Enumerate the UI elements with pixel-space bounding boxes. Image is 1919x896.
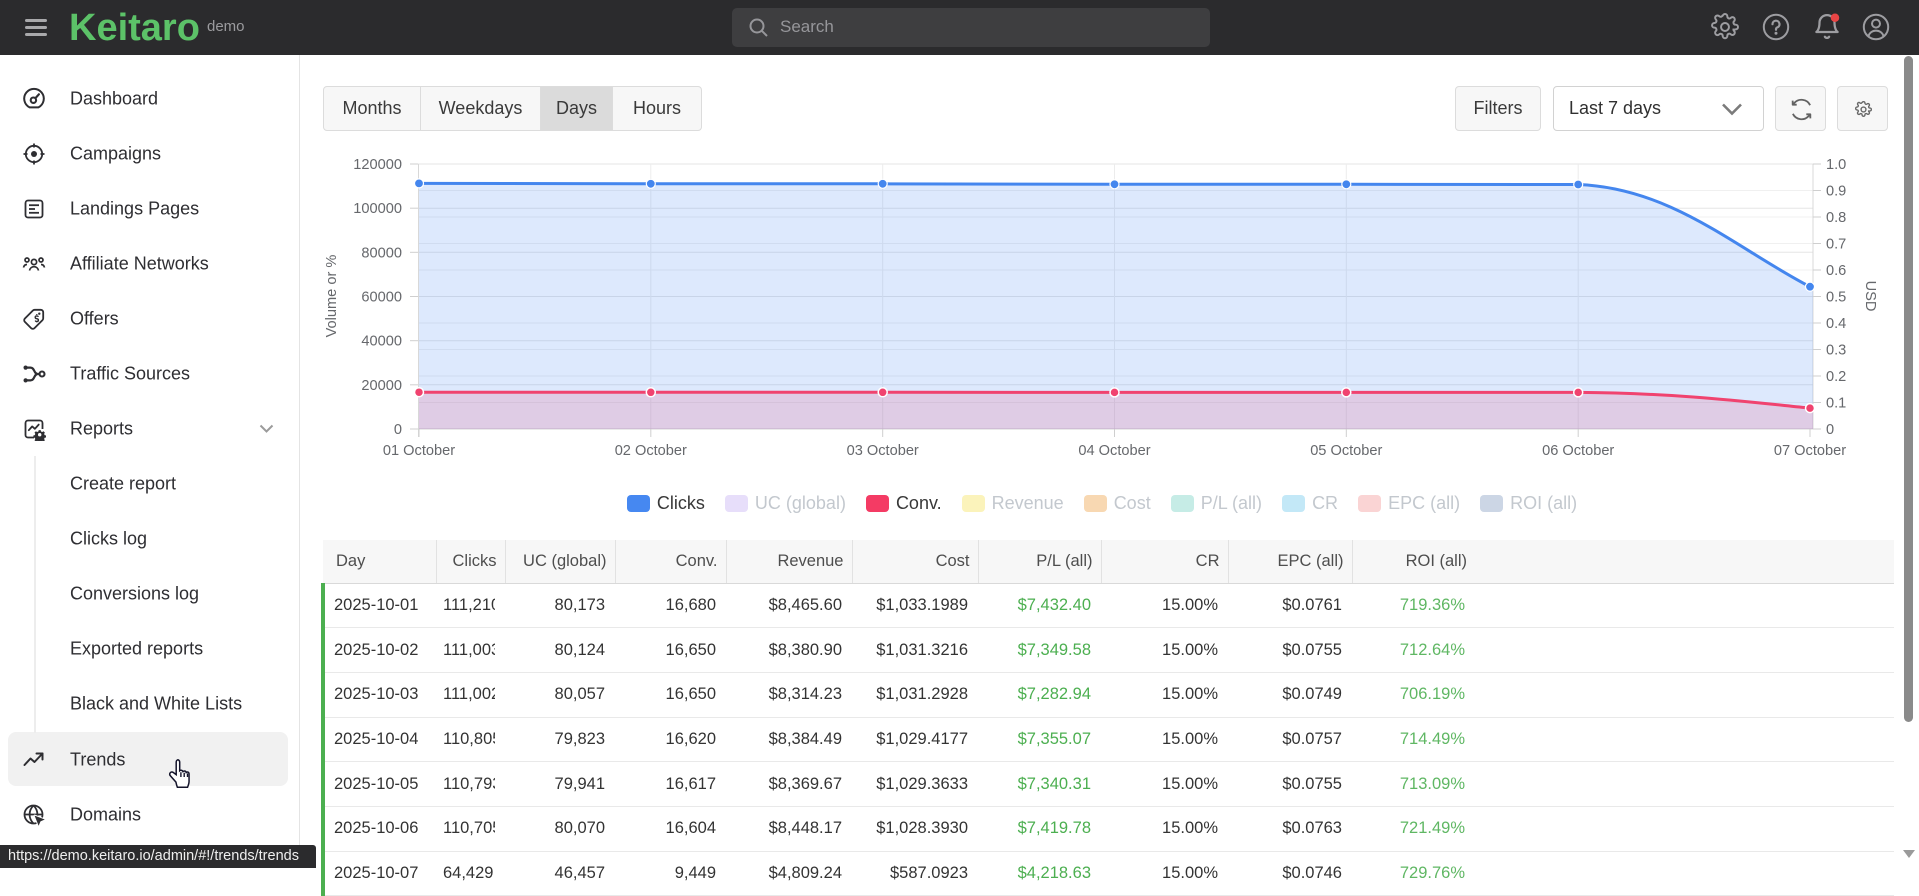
- svg-text:0.3: 0.3: [1826, 343, 1846, 359]
- svg-text:0.5: 0.5: [1826, 290, 1846, 306]
- svg-text:0.8: 0.8: [1826, 210, 1846, 226]
- svg-text:0.4: 0.4: [1826, 316, 1846, 332]
- svg-text:120000: 120000: [353, 157, 402, 173]
- svg-text:0.1: 0.1: [1826, 396, 1846, 412]
- svg-text:20000: 20000: [361, 378, 402, 394]
- svg-text:07 October: 07 October: [1774, 443, 1846, 459]
- svg-text:60000: 60000: [361, 290, 402, 306]
- svg-text:40000: 40000: [361, 334, 402, 350]
- svg-text:03 October: 03 October: [847, 443, 919, 459]
- svg-text:02 October: 02 October: [615, 443, 687, 459]
- svg-text:0.2: 0.2: [1826, 369, 1846, 385]
- svg-text:Volume or %: Volume or %: [324, 255, 340, 338]
- svg-text:0.6: 0.6: [1826, 263, 1846, 279]
- svg-text:05 October: 05 October: [1310, 443, 1382, 459]
- svg-text:06 October: 06 October: [1542, 443, 1614, 459]
- svg-text:0.9: 0.9: [1826, 184, 1846, 200]
- svg-text:100000: 100000: [353, 201, 402, 217]
- svg-text:1.0: 1.0: [1826, 157, 1846, 173]
- svg-text:0: 0: [394, 422, 402, 438]
- svg-text:04 October: 04 October: [1078, 443, 1150, 459]
- svg-text:0.7: 0.7: [1826, 237, 1846, 253]
- svg-text:80000: 80000: [361, 245, 402, 261]
- svg-text:0: 0: [1826, 422, 1834, 438]
- svg-text:01 October: 01 October: [383, 443, 455, 459]
- svg-text:USD: USD: [1862, 281, 1878, 312]
